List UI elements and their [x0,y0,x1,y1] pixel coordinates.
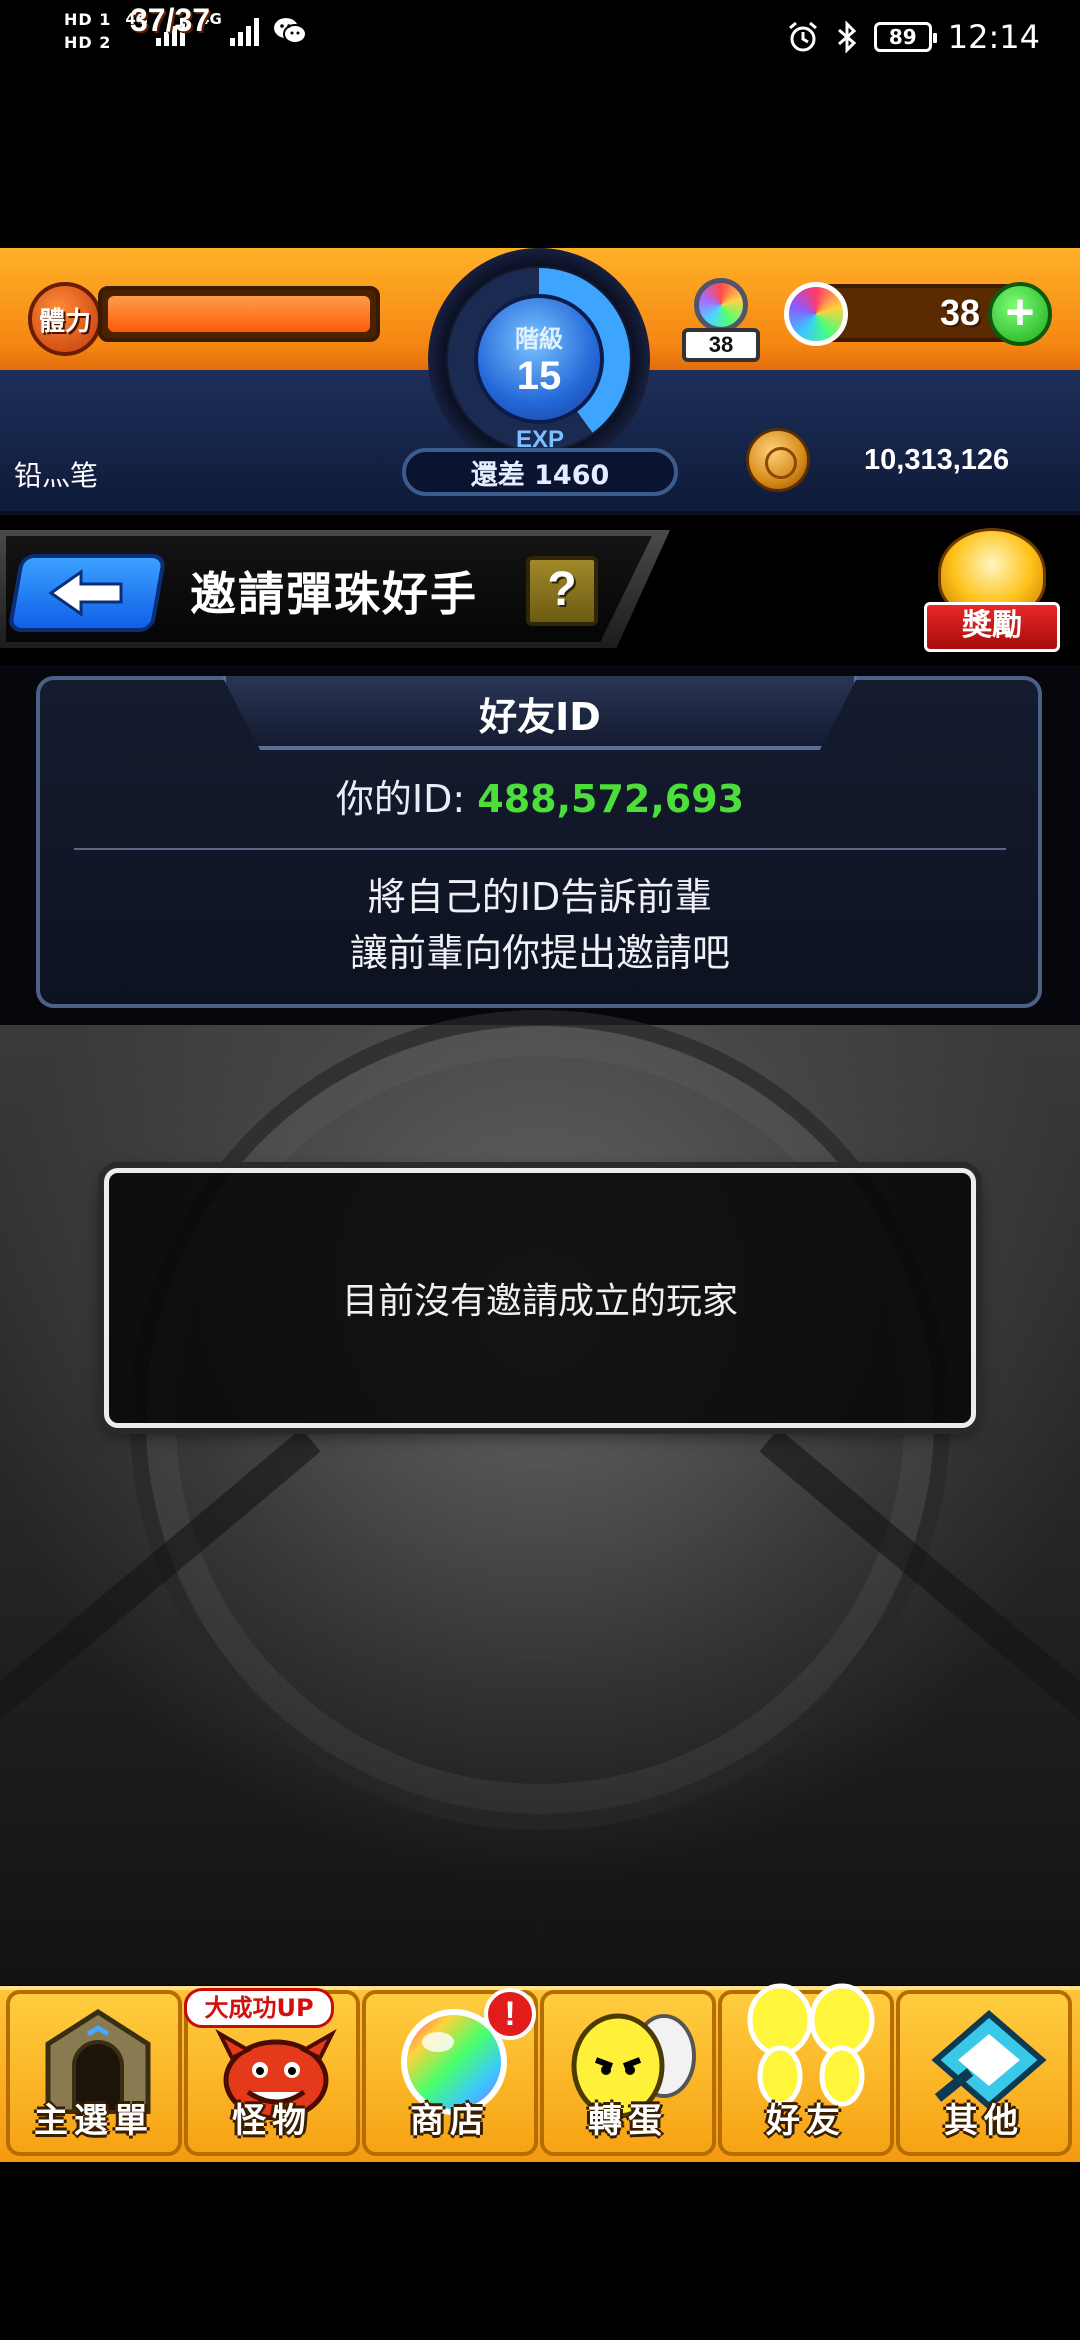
gold-coin-icon [746,428,810,492]
rank-value: 15 [516,354,562,398]
reward-label: 獎勵 [924,602,1060,652]
reward-button[interactable]: 獎勵 [924,528,1060,652]
instruction-line-2: 讓前輩向你提出邀請吧 [349,931,730,975]
nav-main-menu[interactable]: 主選單 [6,1990,182,2156]
gem-count: 38 [939,292,980,333]
nav-label: 怪物 [232,2101,312,2141]
energy-count: 38 [682,328,760,362]
nav-label: 好友 [766,2101,846,2141]
battery-icon: 89 [873,22,937,52]
nav-friends[interactable]: 好友 [718,1983,894,2156]
signal-icon [229,16,259,46]
nav-label: 主選單 [34,2101,154,2141]
id-label: 你的ID: [335,777,466,821]
stamina-fill [108,296,370,332]
bluetooth-icon [837,20,856,54]
id-value[interactable]: 488,572,693 [477,777,744,821]
rank-label: 階級 [515,325,563,353]
nav-label: 其他 [944,2101,1024,2141]
nav-label: 轉蛋 [588,2101,668,2141]
back-arrow-icon [48,569,123,617]
back-button[interactable] [7,554,167,632]
sim2-label: HD 2 [64,33,112,52]
stamina-bar[interactable] [98,286,380,342]
nav-other[interactable]: 其他 [896,1990,1072,2156]
empty-state-text: 目前沒有邀請成立的玩家 [341,1281,738,1322]
exp-remaining: 還差 1460 [402,448,678,496]
energy-counter[interactable]: 38 [676,270,766,366]
empty-state-box: 目前沒有邀請成立的玩家 [104,1168,976,1428]
clock: 12:14 [947,18,1040,56]
buy-gems-button[interactable]: + [988,282,1052,346]
success-up-badge: 大成功UP [184,1988,334,2028]
shop-alert-badge: ! [484,1988,536,2040]
instruction-line-1: 將自己的ID告訴前輩 [367,875,713,919]
sim1-label: HD 1 [64,10,112,29]
your-id-row: 你的ID: 488,572,693 [0,768,1080,823]
background-dot [532,1922,546,1936]
energy-orb-icon [694,278,748,332]
nav-gacha[interactable]: 轉蛋 [540,1990,716,2156]
alarm-icon [788,21,817,52]
gold-amount: 10,313,126 [864,444,1010,476]
sim-indicators: HD 1 HD 2 [64,10,111,52]
help-button[interactable]: ? [526,556,598,626]
stamina-value: 37/37 [130,2,211,38]
panel-divider [74,848,1006,850]
nav-label: 商店 [410,2101,490,2141]
rank-medal: 階級 15 [474,294,604,424]
stamina-icon: 體力 [28,282,102,356]
username: 铅灬笔 [14,459,99,492]
gem-orb-icon [784,282,848,346]
page-title: 邀請彈珠好手 [190,567,478,621]
wechat-icon [273,18,307,44]
panel-title: 好友ID [479,695,601,739]
